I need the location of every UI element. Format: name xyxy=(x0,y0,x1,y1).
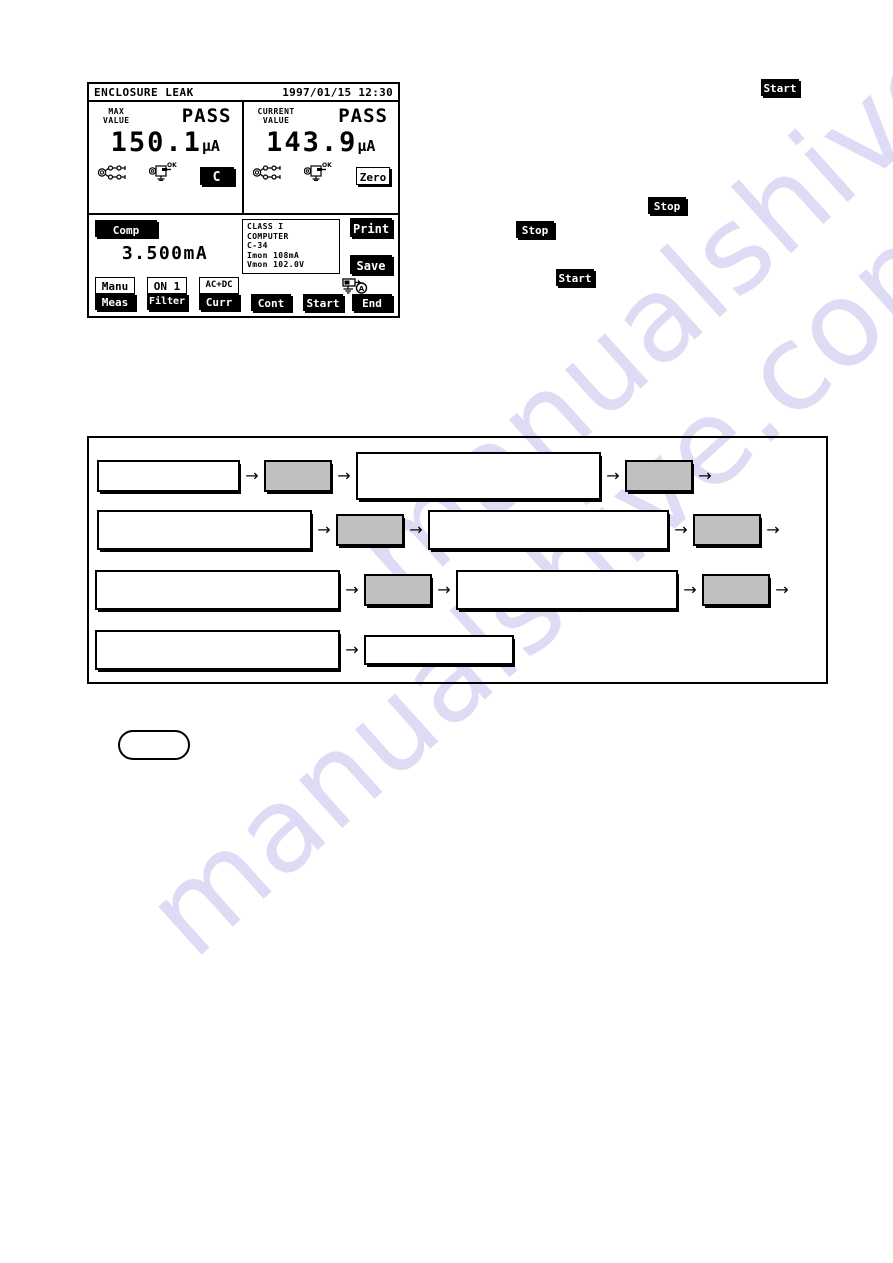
fkey-end[interactable]: End xyxy=(352,294,392,311)
fkey-end-label: End xyxy=(352,294,392,311)
flowchart-row: → xyxy=(95,630,514,670)
current-value-icon-row: OK Zero xyxy=(248,158,395,185)
save-button[interactable]: Save xyxy=(350,255,392,274)
flow-arrow-icon: → xyxy=(409,520,423,539)
fkey-meas-bottom-label: Meas xyxy=(95,293,135,310)
max-value-number: 150.1 xyxy=(110,127,202,158)
max-value-icon-row: OK C xyxy=(93,158,238,185)
flow-arrow-icon: → xyxy=(345,580,359,599)
fkey-filter-top-label: ON 1 xyxy=(147,277,187,293)
flow-arrow-icon: → xyxy=(337,466,351,485)
fkey-start-label: Start xyxy=(303,294,343,311)
flow-arrow-icon: → xyxy=(683,580,697,599)
flow-step-key[interactable] xyxy=(364,574,432,606)
flow-arrow-icon: → xyxy=(606,466,620,485)
zero-button[interactable]: Zero xyxy=(356,167,390,185)
current-value-reading: 143.9μA xyxy=(248,127,395,158)
flow-arrow-icon: → xyxy=(345,640,359,659)
fkey-filter-bottom-label: Filter xyxy=(147,293,187,310)
flow-step-box[interactable] xyxy=(364,635,514,665)
comp-button[interactable]: Comp xyxy=(95,220,157,237)
flowchart-row: → → → → xyxy=(97,510,785,550)
callout-stop-upper[interactable]: Stop xyxy=(648,197,686,214)
flow-step-box[interactable] xyxy=(356,452,601,500)
dut-info-box: CLASS I COMPUTER C-34 Imon 108mA Vmon 10… xyxy=(242,219,340,274)
flow-arrow-icon: → xyxy=(698,466,712,485)
lcd-screen: ENCLOSURE LEAK 1997/01/15 12:30 MAX VALU… xyxy=(87,82,400,318)
lcd-title-bar: ENCLOSURE LEAK 1997/01/15 12:30 xyxy=(89,84,398,102)
flow-step-box[interactable] xyxy=(95,630,340,670)
lcd-measurement-area: MAX VALUE PASS 150.1μA OK C CURRENT VALU… xyxy=(89,102,398,215)
flowchart-container: → → → → → → → → → → → → → xyxy=(87,436,828,684)
fkey-filter[interactable]: ON 1 Filter xyxy=(147,277,187,310)
flow-step-box[interactable] xyxy=(97,510,312,550)
max-value-unit: μA xyxy=(201,137,220,155)
enclosure-ok-icon: OK xyxy=(303,161,334,185)
max-value-reading: 150.1μA xyxy=(93,127,238,158)
fkey-curr[interactable]: AC+DC Curr xyxy=(199,277,239,310)
max-value-verdict: PASS xyxy=(181,105,232,127)
svg-text:OK: OK xyxy=(167,162,177,169)
enclosure-ok-icon: OK xyxy=(148,161,179,185)
current-value-number: 143.9 xyxy=(266,127,358,158)
current-value-panel: CURRENT VALUE PASS 143.9μA OK Zero xyxy=(244,102,399,213)
fkey-meas[interactable]: Manu Meas xyxy=(95,277,135,310)
fkey-curr-bottom-label: Curr xyxy=(199,293,239,310)
fkey-start[interactable]: Start xyxy=(303,294,343,311)
flow-arrow-icon: → xyxy=(245,466,259,485)
dut-info-line: COMPUTER xyxy=(247,231,289,241)
max-value-header: MAX VALUE PASS xyxy=(93,105,238,126)
flow-step-key[interactable] xyxy=(693,514,761,546)
current-value-label: CURRENT VALUE xyxy=(257,107,295,125)
max-value-label: MAX VALUE xyxy=(103,107,130,125)
callout-start-top[interactable]: Start xyxy=(761,79,799,96)
dut-info-line: CLASS I xyxy=(247,222,284,231)
flow-step-box[interactable] xyxy=(456,570,678,610)
lcd-control-area: Comp 3.500mA CLASS I COMPUTER C-34 Imon … xyxy=(89,215,398,316)
flow-arrow-icon: → xyxy=(317,520,331,539)
current-value-unit: μA xyxy=(357,137,376,155)
flow-arrow-icon: → xyxy=(674,520,688,539)
print-button[interactable]: Print xyxy=(350,218,392,237)
flow-arrow-icon: → xyxy=(437,580,451,599)
flow-step-box[interactable] xyxy=(428,510,669,550)
fkey-curr-top-label: AC+DC xyxy=(199,277,239,293)
callout-start-lower[interactable]: Start xyxy=(556,269,594,286)
dut-info-line: Imon 108mA xyxy=(247,250,300,260)
fkey-meas-top-label: Manu xyxy=(95,277,135,293)
flowchart-row: → → → → xyxy=(97,452,717,500)
dut-info-line: Vmon 102.0V xyxy=(247,260,305,270)
current-value-verdict: PASS xyxy=(338,105,388,127)
svg-text:A: A xyxy=(359,285,365,293)
lcd-datetime: 1997/01/15 12:30 xyxy=(282,85,393,99)
flow-step-key[interactable] xyxy=(264,460,332,492)
callout-stop-left[interactable]: Stop xyxy=(516,221,554,238)
current-value-header: CURRENT VALUE PASS xyxy=(248,105,395,126)
svg-text:OK: OK xyxy=(322,162,332,169)
max-value-panel: MAX VALUE PASS 150.1μA OK C xyxy=(89,102,244,213)
dut-info-line: C-34 xyxy=(247,241,268,251)
note-stadium-shape xyxy=(118,730,190,760)
max-value-clear-button[interactable]: C xyxy=(199,167,234,185)
fkey-cont[interactable]: Cont xyxy=(251,294,291,311)
fkey-cont-label: Cont xyxy=(251,294,291,311)
lcd-test-mode-title: ENCLOSURE LEAK xyxy=(94,85,194,99)
flow-step-key[interactable] xyxy=(625,460,693,492)
flow-arrow-icon: → xyxy=(775,580,789,599)
flowchart-row: → → → → xyxy=(95,570,794,610)
leak-probe-icon xyxy=(97,164,128,185)
flow-step-key[interactable] xyxy=(336,514,404,546)
leak-probe-icon xyxy=(252,164,283,185)
flow-step-box[interactable] xyxy=(97,460,240,492)
flow-arrow-icon: → xyxy=(766,520,780,539)
comp-threshold-value: 3.500mA xyxy=(121,243,209,264)
flow-step-box[interactable] xyxy=(95,570,340,610)
flow-step-key[interactable] xyxy=(702,574,770,606)
